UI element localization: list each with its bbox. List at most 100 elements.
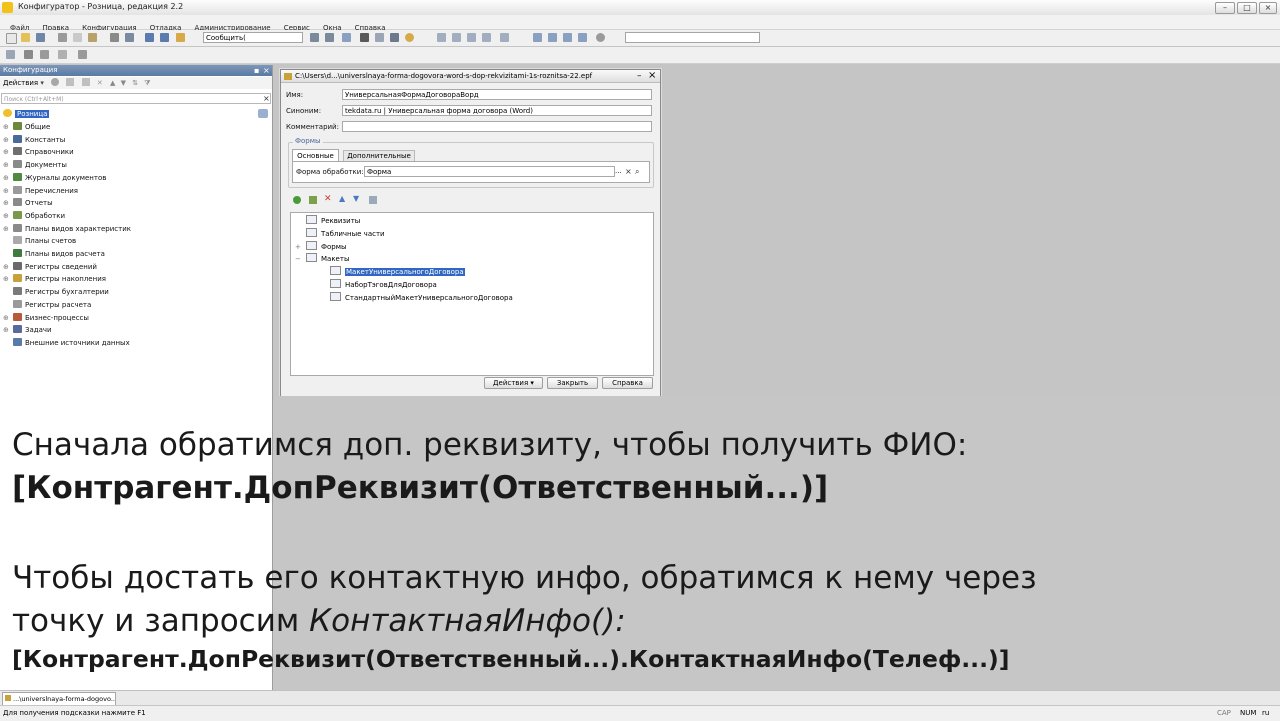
compare-icon[interactable]	[40, 50, 49, 59]
cascade-icon[interactable]	[563, 33, 572, 42]
tree-item[interactable]: ⊕ Общие	[3, 121, 50, 133]
structure-tree-item[interactable]: Реквизиты	[295, 215, 360, 227]
dialog-close-icon[interactable]: ×	[648, 70, 656, 82]
move-down-item-icon[interactable]: ▼	[353, 194, 359, 203]
tree-item[interactable]: ⊕ Документы	[3, 159, 67, 171]
tree-item[interactable]: ⊕ Журналы документов	[3, 172, 106, 184]
expand-icon[interactable]: ⊕	[3, 172, 11, 184]
tree-item[interactable]: Внешние источники данных	[3, 337, 130, 349]
expand-icon[interactable]: ⊕	[3, 159, 11, 171]
format-icon[interactable]	[500, 33, 509, 42]
tree-item[interactable]: ⊕ Регистры накопления	[3, 273, 106, 285]
expand-icon[interactable]: ⊕	[3, 197, 11, 209]
comment-field[interactable]	[342, 121, 652, 132]
uncomment-icon[interactable]	[482, 33, 491, 42]
edit-item-icon[interactable]	[309, 196, 317, 204]
actions-button[interactable]: Действия ▾	[484, 377, 543, 389]
expand-icon[interactable]: ⊕	[3, 223, 11, 235]
expand-icon[interactable]: ⊕	[3, 210, 11, 222]
search-prev-icon[interactable]	[325, 33, 334, 42]
panel-pin-icon[interactable]: ▪	[254, 65, 262, 76]
add-icon[interactable]	[51, 78, 60, 86]
module-select[interactable]	[625, 32, 760, 43]
tree-item[interactable]: Планы видов расчета	[3, 248, 105, 260]
debug-icon[interactable]	[360, 33, 369, 42]
panel-search-input[interactable]: Поиск (Ctrl+Alt+M)	[1, 93, 271, 104]
structure-tree-item[interactable]: + Формы	[295, 240, 347, 253]
tile-icon[interactable]	[548, 33, 557, 42]
tree-item[interactable]: ⊕ Отчеты	[3, 197, 53, 209]
arrange-icon[interactable]	[578, 33, 587, 42]
db-config-icon[interactable]	[24, 50, 33, 59]
run-icon[interactable]	[78, 50, 87, 59]
move-up-icon[interactable]: ▲	[110, 77, 115, 89]
window-icon[interactable]	[533, 33, 542, 42]
tree-item[interactable]: Планы счетов	[3, 235, 76, 247]
stop-icon[interactable]	[375, 33, 384, 42]
expand-icon[interactable]: ⊕	[3, 134, 11, 146]
synonym-field[interactable]: tekdata.ru | Универсальная форма договор…	[342, 105, 652, 116]
copy-icon[interactable]	[73, 33, 82, 42]
close-button[interactable]: ×	[1259, 2, 1277, 14]
tree-item[interactable]: ⊕ Перечисления	[3, 185, 78, 197]
actions-menu[interactable]: Действия	[3, 79, 38, 87]
tree-item[interactable]: ⊕ Бизнес-процессы	[3, 312, 89, 324]
step-icon[interactable]	[390, 33, 399, 42]
panel-close-icon[interactable]: ×	[263, 65, 271, 76]
undo-icon[interactable]	[145, 33, 154, 42]
structure-tree-item[interactable]: НаборТэговДляДоговора	[319, 279, 437, 291]
move-down-icon[interactable]: ▼	[121, 77, 126, 89]
paste-icon[interactable]	[88, 33, 97, 42]
expand-icon[interactable]: ⊕	[3, 146, 11, 158]
print-icon[interactable]	[110, 33, 119, 42]
sort-item-icon[interactable]	[369, 196, 377, 204]
expand-icon[interactable]: +	[295, 241, 304, 253]
structure-tree-item[interactable]: МакетУниверсальногоДоговора	[319, 266, 465, 278]
window-tab[interactable]: ...\universlnaya-forma-dogovo...	[2, 692, 116, 706]
expand-icon[interactable]: ⊕	[3, 273, 11, 285]
minimize-button[interactable]: –	[1215, 2, 1235, 14]
comment-icon[interactable]	[467, 33, 476, 42]
settings-icon[interactable]	[596, 33, 605, 42]
tree-root[interactable]: Розница	[3, 108, 50, 120]
tree-item[interactable]: ⊕ Константы	[3, 134, 65, 146]
tree-item[interactable]: ⊕ Планы видов характеристик	[3, 223, 131, 235]
structure-tree-item[interactable]: Табличные части	[295, 227, 385, 240]
tree-item[interactable]: ⊕ Справочники	[3, 146, 74, 158]
delete-item-icon[interactable]: ✕	[324, 194, 332, 204]
sort-icon[interactable]: ⇅	[132, 77, 138, 89]
replace-icon[interactable]	[342, 33, 351, 42]
close-dialog-button[interactable]: Закрыть	[547, 377, 598, 389]
form-select-button[interactable]: ...	[615, 166, 622, 177]
form-search-icon[interactable]: ⌕	[635, 166, 639, 177]
tree-item[interactable]: ⊕ Задачи	[3, 324, 52, 336]
open-icon[interactable]	[21, 33, 30, 42]
info-icon[interactable]	[405, 33, 414, 42]
expand-icon[interactable]: ⊕	[3, 185, 11, 197]
outdent-icon[interactable]	[452, 33, 461, 42]
new-icon[interactable]	[6, 33, 17, 44]
update-icon[interactable]	[58, 50, 67, 59]
expand-icon[interactable]: ⊕	[3, 261, 11, 273]
edit-icon[interactable]	[66, 78, 75, 86]
tree-item[interactable]: Регистры расчета	[3, 299, 91, 311]
redo-icon[interactable]	[160, 33, 169, 42]
form-clear-icon[interactable]: ×	[625, 166, 632, 177]
cut-icon[interactable]	[58, 33, 67, 42]
preview-icon[interactable]	[125, 33, 134, 42]
tree-item[interactable]: ⊕ Регистры сведений	[3, 261, 97, 273]
indent-icon[interactable]	[437, 33, 446, 42]
tree-item[interactable]: Регистры бухгалтерии	[3, 286, 109, 298]
name-field[interactable]: УниверсальнаяФормаДоговораВорд	[342, 89, 652, 100]
copy-item-icon[interactable]	[81, 78, 90, 86]
move-up-item-icon[interactable]: ▲	[339, 194, 345, 203]
structure-tree-item[interactable]: − Макеты	[295, 253, 349, 265]
delete-icon[interactable]: ✕	[97, 77, 103, 89]
search-next-icon[interactable]	[310, 33, 319, 42]
structure-tree-item[interactable]: СтандартныйМакетУниверсальногоДоговора	[319, 291, 513, 304]
config-tree-icon[interactable]	[6, 50, 15, 59]
find-icon[interactable]	[176, 33, 185, 42]
dialog-minimize-icon[interactable]: –	[637, 71, 642, 82]
help-button[interactable]: Справка	[602, 377, 653, 389]
maximize-button[interactable]: □	[1237, 2, 1257, 14]
